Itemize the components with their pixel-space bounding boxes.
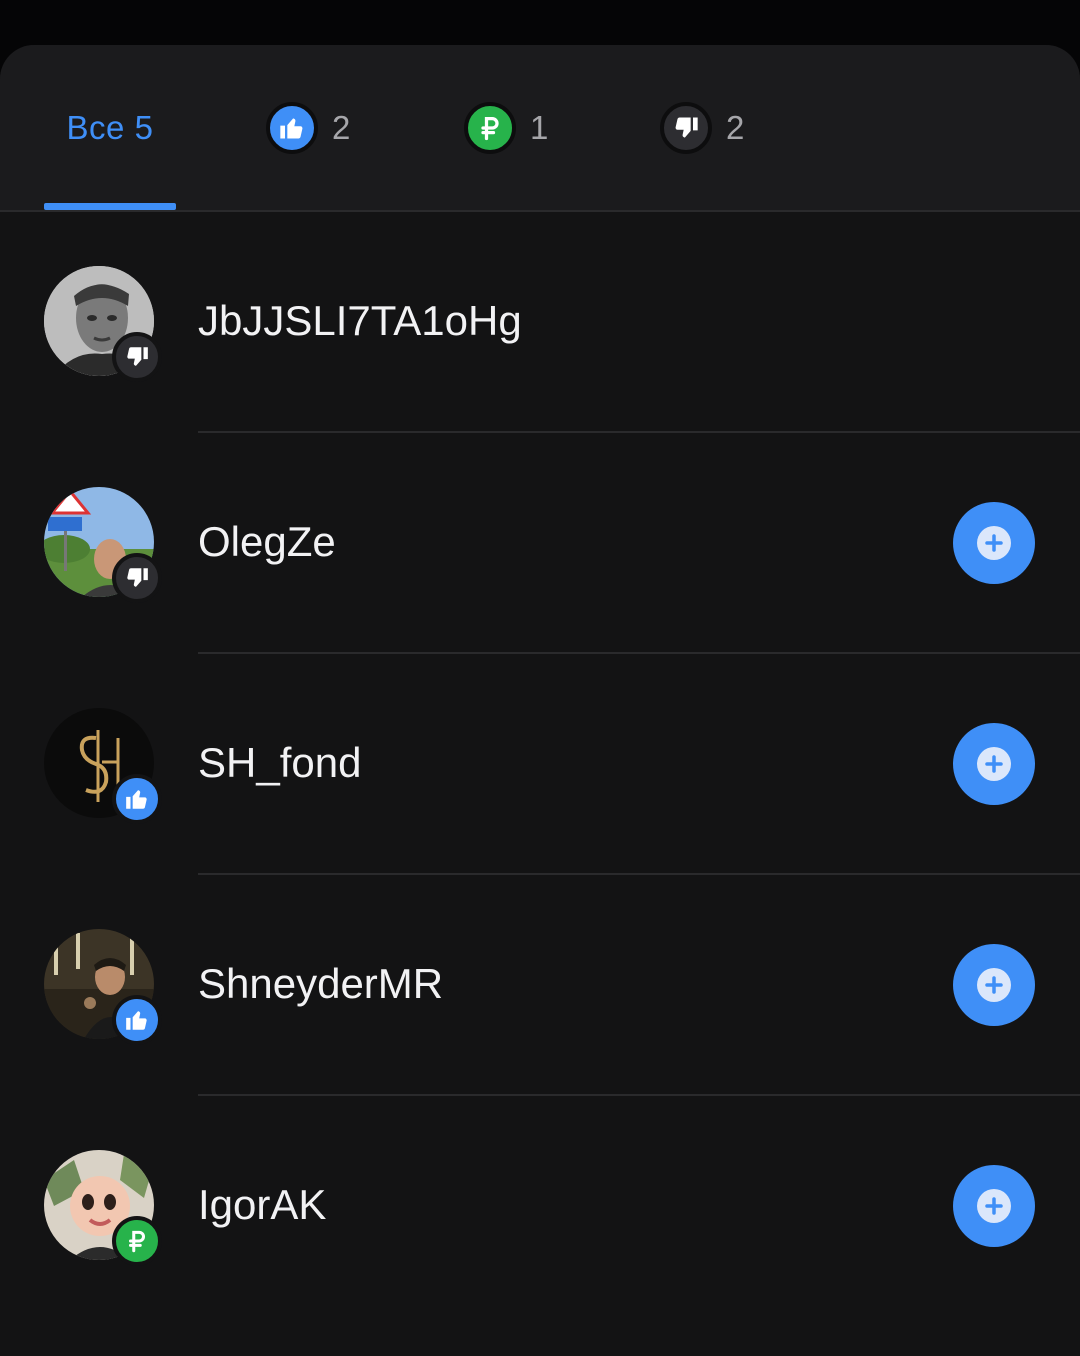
tab-dislikes-count: 2 (726, 108, 745, 146)
active-tab-indicator (44, 203, 176, 210)
list-item[interactable]: OlegZe (0, 433, 1080, 654)
thumbs-down-icon (660, 101, 712, 154)
list-item[interactable]: JbJJSLI7TA1oHg (0, 212, 1080, 433)
reactions-sheet: Все 5 2 1 2 JbJJSLI7TA1oHg OlegZe SH_fon… (0, 45, 1080, 1356)
thumbs-up-icon (112, 995, 162, 1045)
list-item[interactable]: SH_fond (0, 654, 1080, 875)
username[interactable]: ShneyderMR (198, 959, 443, 1009)
thumbs-down-icon (112, 332, 162, 382)
thumbs-up-icon (266, 101, 318, 154)
list-item[interactable]: ShneyderMR (0, 875, 1080, 1096)
follow-button[interactable] (953, 1165, 1035, 1247)
username[interactable]: SH_fond (198, 738, 361, 788)
tab-all-label: Все 5 (66, 108, 154, 146)
tab-donations-count: 1 (530, 108, 549, 146)
ruble-icon (464, 101, 516, 154)
tab-donations[interactable]: 1 (464, 45, 548, 210)
follow-button[interactable] (953, 502, 1035, 584)
plus-icon (977, 747, 1011, 781)
tab-likes[interactable]: 2 (266, 45, 350, 210)
thumbs-up-icon (112, 774, 162, 824)
username[interactable]: OlegZe (198, 517, 336, 567)
ruble-icon (112, 1216, 162, 1266)
list-item[interactable]: IgorAK (0, 1096, 1080, 1317)
tab-all[interactable]: Все 5 (44, 45, 176, 210)
reactions-list: JbJJSLI7TA1oHg OlegZe SH_fond ShneyderMR… (0, 212, 1080, 1317)
plus-icon (977, 526, 1011, 560)
follow-button[interactable] (953, 723, 1035, 805)
username[interactable]: JbJJSLI7TA1oHg (198, 296, 522, 346)
follow-button[interactable] (953, 944, 1035, 1026)
tab-dislikes[interactable]: 2 (660, 45, 744, 210)
reaction-tabs: Все 5 2 1 2 (0, 45, 1080, 212)
thumbs-down-icon (112, 553, 162, 603)
tab-likes-count: 2 (332, 108, 351, 146)
plus-icon (977, 968, 1011, 1002)
username[interactable]: IgorAK (198, 1180, 326, 1230)
plus-icon (977, 1189, 1011, 1223)
